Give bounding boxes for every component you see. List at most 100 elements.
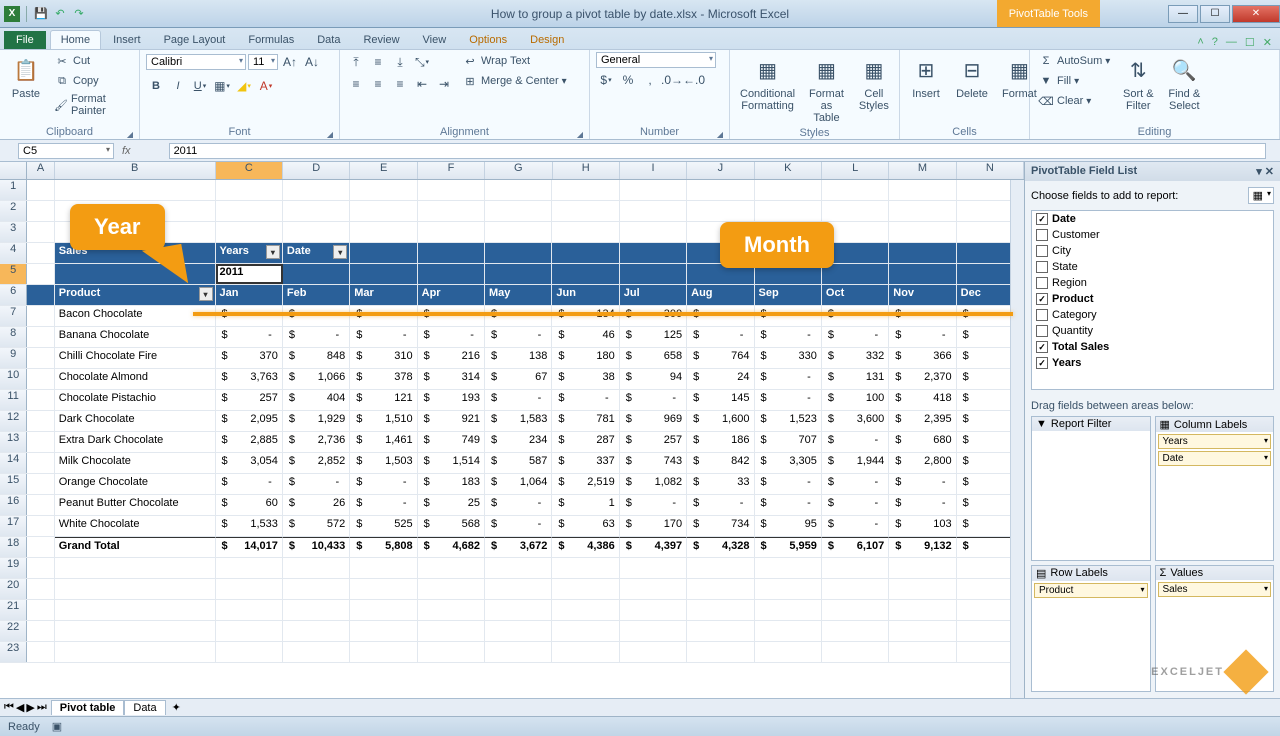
field-years[interactable]: ✓Years bbox=[1032, 355, 1273, 371]
col-header-H[interactable]: H bbox=[553, 162, 620, 179]
help-icon[interactable]: ? bbox=[1212, 36, 1218, 49]
increase-decimal-icon[interactable]: .0→ bbox=[662, 70, 682, 90]
row-header-8[interactable]: 8 bbox=[0, 327, 27, 347]
name-box[interactable]: C5 bbox=[18, 143, 114, 159]
row-header-11[interactable]: 11 bbox=[0, 390, 27, 410]
col-header-F[interactable]: F bbox=[418, 162, 485, 179]
checkbox-icon[interactable] bbox=[1036, 261, 1048, 273]
row-header-17[interactable]: 17 bbox=[0, 516, 27, 536]
field-city[interactable]: City bbox=[1032, 243, 1273, 259]
delete-cells-button[interactable]: ⊟Delete bbox=[952, 52, 992, 102]
maximize-button[interactable]: ☐ bbox=[1200, 5, 1230, 23]
row-header-22[interactable]: 22 bbox=[0, 621, 27, 641]
close-button[interactable]: ✕ bbox=[1232, 5, 1280, 23]
checkbox-icon[interactable] bbox=[1036, 325, 1048, 337]
product-cell[interactable]: Milk Chocolate bbox=[55, 453, 216, 473]
col-header-A[interactable]: A bbox=[27, 162, 54, 179]
col-header-K[interactable]: K bbox=[755, 162, 822, 179]
tab-view[interactable]: View bbox=[412, 30, 458, 49]
save-icon[interactable]: 💾 bbox=[33, 6, 49, 22]
underline-icon[interactable]: U bbox=[190, 76, 210, 96]
product-cell[interactable]: Orange Chocolate bbox=[55, 474, 216, 494]
minimize-button[interactable]: — bbox=[1168, 5, 1198, 23]
col-header-C[interactable]: C bbox=[216, 162, 283, 179]
product-filter-icon[interactable]: ▾ bbox=[199, 287, 213, 301]
cut-button[interactable]: ✂Cut bbox=[52, 52, 133, 70]
years-filter-icon[interactable]: ▾ bbox=[266, 245, 280, 259]
product-cell[interactable]: Chocolate Pistachio bbox=[55, 390, 216, 410]
sheet-tab-data[interactable]: Data bbox=[124, 700, 165, 715]
sheet-nav-first[interactable]: ⏮ bbox=[4, 701, 14, 714]
field-quantity[interactable]: Quantity bbox=[1032, 323, 1273, 339]
outdent-icon[interactable]: ⇤ bbox=[412, 74, 432, 94]
number-launcher[interactable]: ◢ bbox=[717, 130, 723, 139]
row-header-14[interactable]: 14 bbox=[0, 453, 27, 473]
window-close-icon[interactable]: ✕ bbox=[1263, 36, 1272, 49]
row-header-3[interactable]: 3 bbox=[0, 222, 27, 242]
undo-icon[interactable]: ↶ bbox=[52, 6, 68, 22]
checkbox-icon[interactable] bbox=[1036, 277, 1048, 289]
sort-filter-button[interactable]: ⇅Sort & Filter bbox=[1118, 52, 1158, 114]
active-cell[interactable]: 2011 bbox=[216, 264, 283, 284]
align-center-icon[interactable]: ≡ bbox=[368, 74, 388, 94]
col-header-I[interactable]: I bbox=[620, 162, 687, 179]
row-header-12[interactable]: 12 bbox=[0, 411, 27, 431]
grow-font-icon[interactable]: A↑ bbox=[280, 52, 300, 72]
macro-record-icon[interactable]: ▣ bbox=[52, 720, 62, 733]
fill-color-icon[interactable]: ◢ bbox=[234, 76, 254, 96]
copy-button[interactable]: ⧉Copy bbox=[52, 72, 133, 90]
row-header-23[interactable]: 23 bbox=[0, 642, 27, 662]
align-left-icon[interactable]: ≡ bbox=[346, 74, 366, 94]
fx-icon[interactable]: fx bbox=[114, 145, 139, 157]
font-size-combo[interactable]: 11 bbox=[248, 54, 278, 70]
checkbox-icon[interactable]: ✓ bbox=[1036, 357, 1048, 369]
file-tab[interactable]: File bbox=[4, 31, 46, 49]
col-header-E[interactable]: E bbox=[350, 162, 417, 179]
insert-cells-button[interactable]: ⊞Insert bbox=[906, 52, 946, 102]
sheet-nav-next[interactable]: ▶ bbox=[26, 701, 34, 714]
product-cell[interactable]: Bacon Chocolate bbox=[55, 306, 216, 326]
checkbox-icon[interactable] bbox=[1036, 309, 1048, 321]
sheet-nav-prev[interactable]: ◀ bbox=[16, 701, 24, 714]
row-header-19[interactable]: 19 bbox=[0, 558, 27, 578]
col-header-G[interactable]: G bbox=[485, 162, 552, 179]
cell-styles-button[interactable]: ▦Cell Styles bbox=[854, 52, 894, 114]
window-restore-icon[interactable]: ☐ bbox=[1245, 36, 1255, 49]
tab-options[interactable]: Options bbox=[458, 30, 518, 49]
col-header-B[interactable]: B bbox=[55, 162, 216, 179]
wrap-text-button[interactable]: ↩Wrap Text bbox=[460, 52, 569, 70]
minimize-ribbon-icon[interactable]: ˄ bbox=[1197, 36, 1203, 49]
field-date[interactable]: ✓Date bbox=[1032, 211, 1273, 227]
format-as-table-button[interactable]: ▦Format as Table bbox=[805, 52, 848, 126]
values-area[interactable]: Sales bbox=[1156, 580, 1274, 692]
vertical-scrollbar[interactable] bbox=[1010, 180, 1024, 698]
product-cell[interactable]: Banana Chocolate bbox=[55, 327, 216, 347]
row-header-18[interactable]: 18 bbox=[0, 537, 27, 557]
excel-app-icon[interactable]: X bbox=[4, 6, 20, 22]
find-select-button[interactable]: 🔍Find & Select bbox=[1164, 52, 1204, 114]
format-painter-button[interactable]: 🖌Format Painter bbox=[52, 92, 133, 118]
area-item-years[interactable]: Years bbox=[1158, 434, 1272, 449]
row-header-16[interactable]: 16 bbox=[0, 495, 27, 515]
report-filter-area[interactable] bbox=[1032, 431, 1150, 560]
row-header-5[interactable]: 5 bbox=[0, 264, 27, 284]
col-header-D[interactable]: D bbox=[283, 162, 350, 179]
checkbox-icon[interactable]: ✓ bbox=[1036, 213, 1048, 225]
font-launcher[interactable]: ◢ bbox=[327, 130, 333, 139]
align-middle-icon[interactable]: ≡ bbox=[368, 52, 388, 72]
field-product[interactable]: ✓Product bbox=[1032, 291, 1273, 307]
bold-icon[interactable]: B bbox=[146, 76, 166, 96]
row-header-6[interactable]: 6 bbox=[0, 285, 27, 305]
clear-button[interactable]: ⌫Clear ▾ bbox=[1036, 92, 1112, 110]
col-header-J[interactable]: J bbox=[687, 162, 754, 179]
checkbox-icon[interactable] bbox=[1036, 245, 1048, 257]
window-min-icon[interactable]: — bbox=[1226, 36, 1237, 49]
alignment-launcher[interactable]: ◢ bbox=[577, 130, 583, 139]
checkbox-icon[interactable]: ✓ bbox=[1036, 341, 1048, 353]
autosum-button[interactable]: ΣAutoSum ▾ bbox=[1036, 52, 1112, 70]
row-header-9[interactable]: 9 bbox=[0, 348, 27, 368]
field-region[interactable]: Region bbox=[1032, 275, 1273, 291]
decrease-decimal-icon[interactable]: ←.0 bbox=[684, 70, 704, 90]
product-cell[interactable]: Dark Chocolate bbox=[55, 411, 216, 431]
row-header-7[interactable]: 7 bbox=[0, 306, 27, 326]
